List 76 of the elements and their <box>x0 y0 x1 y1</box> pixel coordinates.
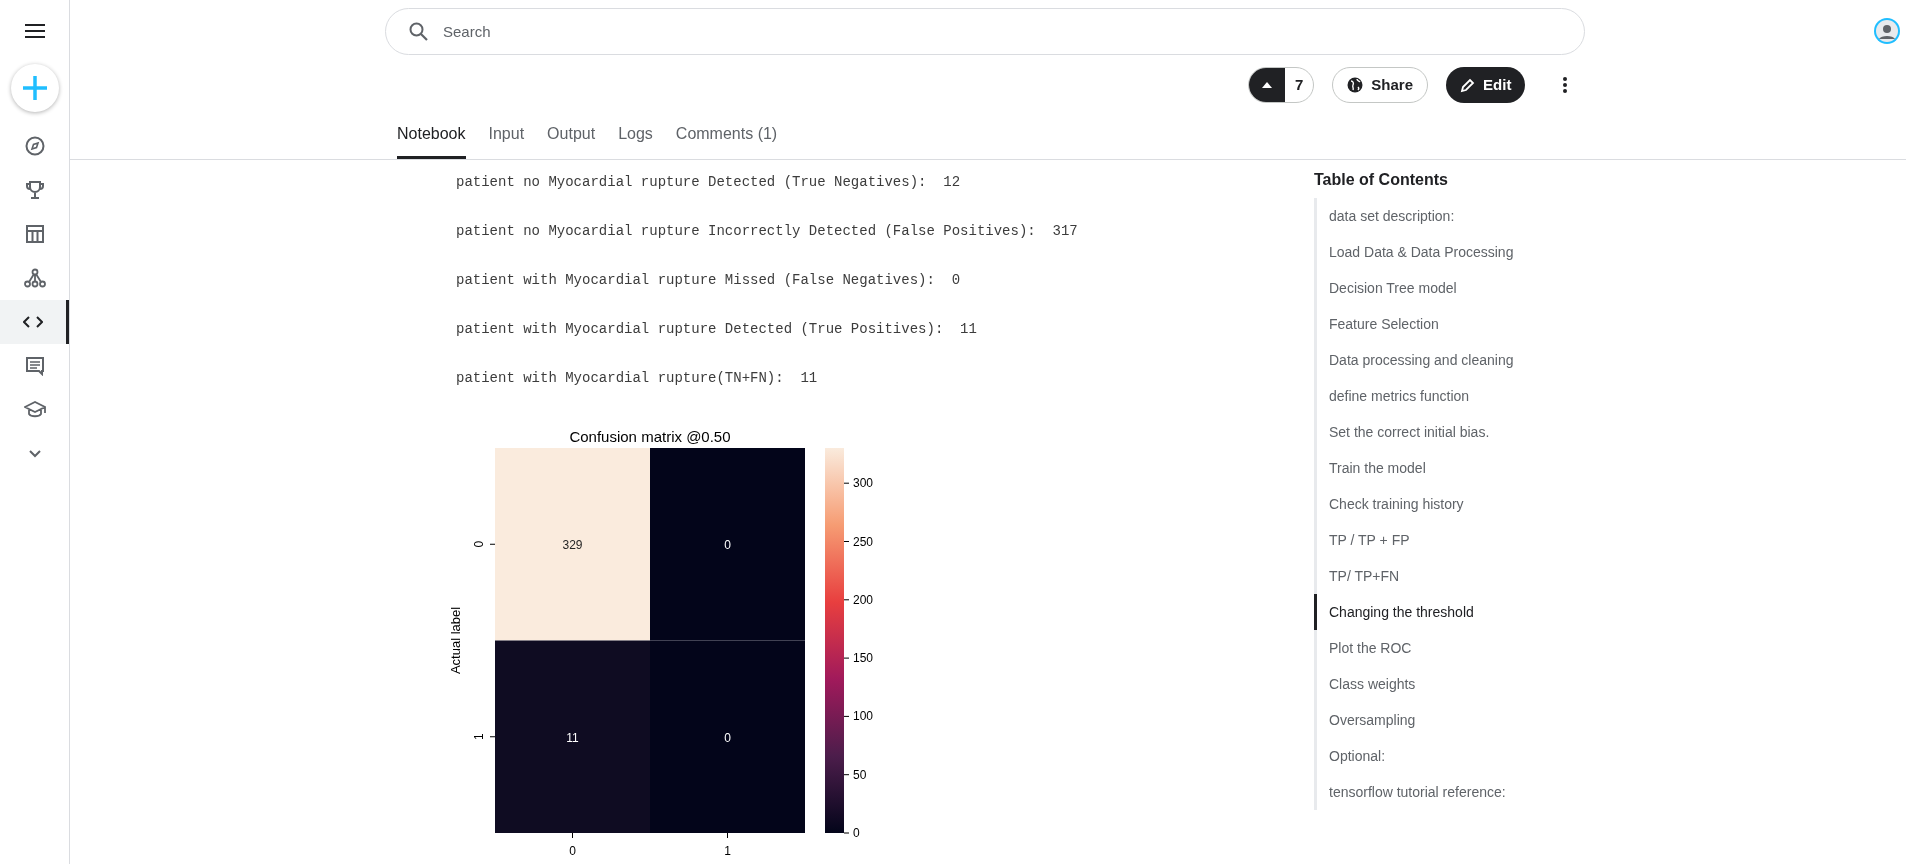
chevron-down-icon[interactable] <box>28 450 41 458</box>
tick-mark <box>843 657 850 659</box>
toc-link[interactable]: Feature Selection <box>1317 306 1514 342</box>
x-tick-label: 1 <box>724 844 731 858</box>
caret-up-icon <box>1262 82 1272 88</box>
menu-icon[interactable] <box>24 24 45 38</box>
avatar-icon[interactable] <box>1876 20 1898 42</box>
vote-count: 7 <box>1294 74 1305 95</box>
toc-link[interactable]: Set the correct initial bias. <box>1317 414 1514 450</box>
sidebar-item[interactable] <box>0 300 69 344</box>
toc-link[interactable]: Decision Tree model <box>1317 270 1514 306</box>
edit-button[interactable]: Edit <box>1446 67 1526 103</box>
tick-mark <box>489 543 496 545</box>
output-line: patient with Myocardial rupture Missed (False Negatives): 0 <box>456 271 961 290</box>
network-icon <box>23 268 46 288</box>
colorbar-tick-label: 150 <box>853 651 874 666</box>
tick-mark <box>843 832 850 834</box>
output-line: patient with Myocardial rupture Detected (True Positives): 11 <box>456 320 977 339</box>
colorbar-tick-label: 300 <box>853 476 874 491</box>
search-field[interactable]: Search <box>385 8 1585 55</box>
plus-icon <box>21 75 48 101</box>
toc-link[interactable]: Oversampling <box>1317 702 1514 738</box>
tab[interactable]: Notebook <box>397 122 466 159</box>
tab[interactable]: Input <box>488 122 525 159</box>
pencil-icon <box>1460 77 1476 93</box>
search-icon <box>409 22 428 41</box>
code-icon <box>23 315 43 329</box>
colorbar-tick-label: 0 <box>853 826 860 840</box>
toc-link[interactable]: tensorflow tutorial reference: <box>1317 774 1514 810</box>
output-line: patient with Myocardial rupture(TN+FN): 11 <box>456 369 818 388</box>
tick-mark <box>727 832 728 839</box>
cell-value: 329 <box>562 538 583 553</box>
chart-title: Confusion matrix @0.50 <box>569 428 731 445</box>
more-options-icon[interactable] <box>1563 77 1568 93</box>
colorbar-tick-label: 50 <box>853 767 867 782</box>
output-line: patient no Myocardial rupture Incorrectly Detected (False Positives): 317 <box>456 222 1078 241</box>
tab[interactable]: Comments (1) <box>675 122 778 159</box>
tick-mark <box>843 774 850 776</box>
toc-link[interactable]: Check training history <box>1317 486 1514 522</box>
globe-icon <box>1347 77 1364 93</box>
tab[interactable]: Logs <box>618 122 653 159</box>
toc-link[interactable]: Changing the threshold <box>1314 594 1514 630</box>
toc-title: Table of Contents <box>1314 170 1449 190</box>
toc-link[interactable]: Class weights <box>1317 666 1514 702</box>
graduation-cap-icon <box>23 400 46 420</box>
trophy-icon <box>24 180 45 200</box>
toc-link[interactable]: data set description: <box>1317 198 1514 234</box>
output-line: patient no Myocardial rupture Detected (True Negatives): 12 <box>456 173 961 192</box>
comment-icon <box>24 356 45 376</box>
axis-label: Actual label <box>448 606 463 675</box>
colorbar-tick-label: 250 <box>853 534 874 549</box>
toc-link[interactable]: Data processing and cleaning <box>1317 342 1514 378</box>
cell-value: 0 <box>724 730 731 745</box>
toc-link[interactable]: TP/ TP+FN <box>1317 558 1514 594</box>
tick-mark <box>843 541 850 542</box>
toc-link[interactable]: Train the model <box>1317 450 1514 486</box>
compass-icon <box>24 136 45 156</box>
tab[interactable]: Output <box>547 122 596 159</box>
cell-value: 11 <box>566 730 579 745</box>
colorbar-tick-label: 200 <box>853 592 874 607</box>
tick-mark <box>572 832 573 839</box>
table-icon <box>24 224 45 244</box>
cell-value: 0 <box>724 538 731 553</box>
tick-mark <box>843 599 850 601</box>
toc-link[interactable]: Plot the ROC <box>1317 630 1514 666</box>
toc-link[interactable]: Load Data & Data Processing <box>1317 234 1514 270</box>
y-tick-label: 1 <box>472 733 486 741</box>
x-tick-label: 0 <box>569 844 576 858</box>
tick-mark <box>489 736 496 738</box>
y-tick-label: 0 <box>472 540 486 548</box>
colorbar-tick-label: 100 <box>853 709 874 724</box>
toc-link[interactable]: Optional: <box>1317 738 1514 774</box>
tick-mark <box>843 482 850 484</box>
toc-link[interactable]: define metrics function <box>1317 378 1514 414</box>
tick-mark <box>843 715 850 717</box>
toc-link[interactable]: TP / TP + FP <box>1317 522 1514 558</box>
